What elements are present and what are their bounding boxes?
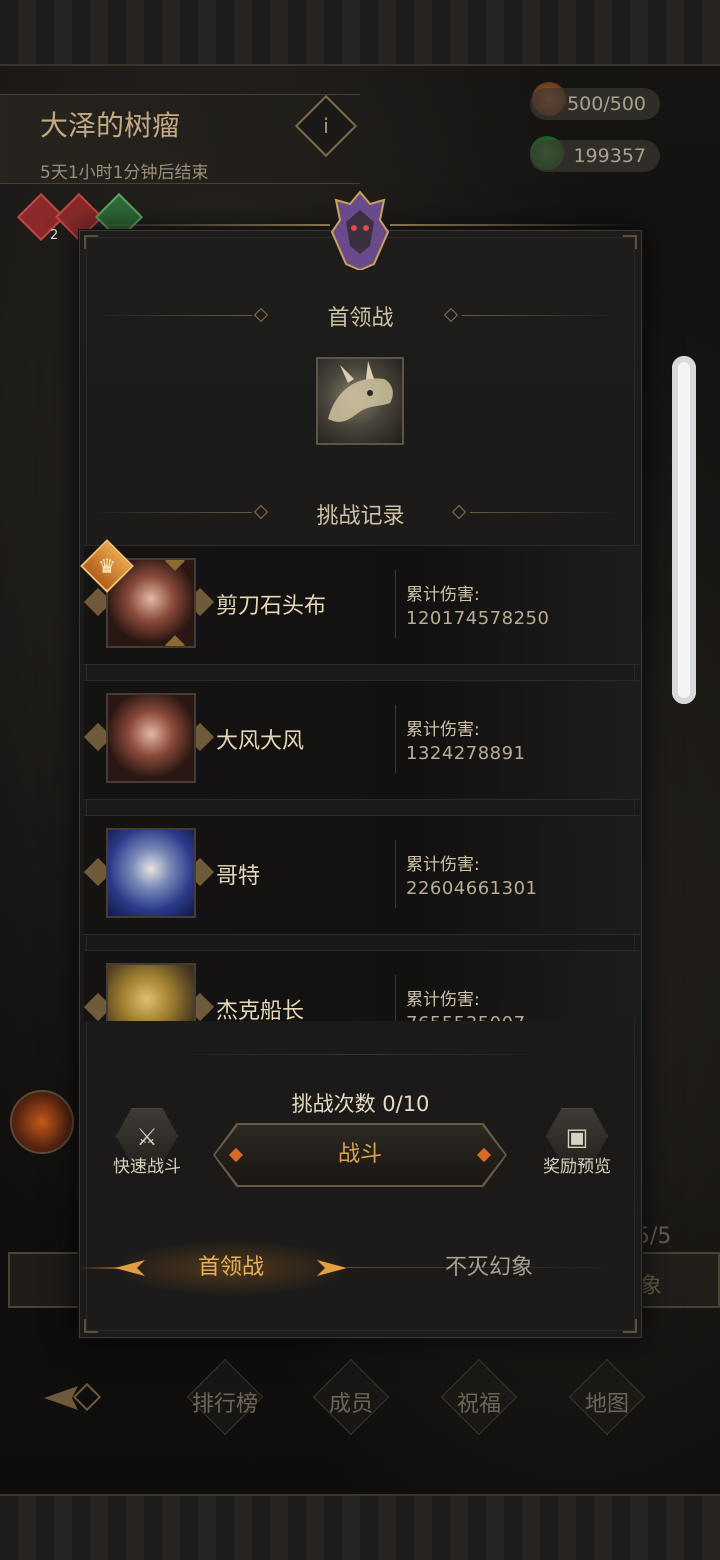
row-separator: [395, 975, 396, 1021]
record-row[interactable]: 哥特 累计伤害: 22604661301: [84, 815, 640, 935]
nav-blessing[interactable]: 祝福: [424, 1358, 534, 1444]
player-name: 哥特: [216, 864, 261, 889]
fight-label: 战斗: [337, 1142, 382, 1167]
panel-tabs: 首领战 不灭幻象: [79, 1240, 642, 1296]
damage-label: 累计伤害:: [406, 855, 480, 875]
tab-arrow-right-icon: [317, 1260, 347, 1276]
reward-preview-label: 奖励预览: [543, 1157, 611, 1177]
damage-value: 22604661301: [406, 878, 538, 899]
reward-preview-button[interactable]: ▣ 奖励预览: [532, 1108, 622, 1177]
record-row[interactable]: 剪刀石头布 累计伤害: 120174578250: [84, 545, 640, 665]
bottom-frame: [0, 1494, 720, 1560]
record-row[interactable]: 杰克船长 累计伤害: 7655535007: [84, 950, 640, 1021]
divider: [470, 512, 620, 513]
challenge-record-list[interactable]: 剪刀石头布 累计伤害: 120174578250 大风大风 累计伤害: 1324…: [84, 545, 640, 1021]
bg-label: 象: [640, 1274, 663, 1299]
frame-tip: [165, 635, 185, 646]
damage-value: 1324278891: [406, 743, 526, 764]
pumpkin-event-icon[interactable]: [10, 1090, 74, 1154]
quick-fight-label: 快速战斗: [113, 1157, 181, 1177]
damage-label: 累计伤害:: [406, 990, 480, 1010]
dragon-skull-icon: [328, 361, 393, 422]
damage-value: 7655535007: [406, 1013, 526, 1021]
player-name: 杰克船长: [216, 999, 305, 1021]
frame-tip: [165, 560, 185, 571]
row-separator: [395, 705, 396, 773]
bottom-nav: 排行榜 成员 祝福 地图: [0, 1358, 720, 1444]
boss-portrait[interactable]: [316, 357, 404, 445]
nav-ranking[interactable]: 排行榜: [170, 1358, 280, 1444]
player-name: 大风大风: [216, 729, 305, 754]
nav-label: 排行榜: [191, 1392, 258, 1417]
event-countdown: 5天1小时1分钟后结束: [40, 163, 209, 183]
player-name: 剪刀石头布: [216, 594, 327, 619]
event-title: 大泽的树瘤: [40, 109, 181, 142]
player-avatar: [106, 963, 196, 1021]
bg-left-button: [8, 1252, 88, 1308]
scrollbar[interactable]: [672, 356, 696, 704]
corner-ornament: [623, 235, 637, 249]
currency-counter: 199357: [530, 140, 660, 172]
nav-members[interactable]: 成员: [296, 1358, 406, 1444]
row-separator: [395, 570, 396, 638]
damage-label: 累计伤害:: [406, 585, 480, 605]
divider: [462, 315, 622, 316]
corner-ornament: [84, 1319, 98, 1333]
divider: [150, 1054, 570, 1055]
damage-value: 120174578250: [406, 608, 550, 629]
demon-crest-icon: [330, 190, 390, 270]
corner-ornament: [84, 235, 98, 249]
row-separator: [395, 840, 396, 908]
nav-label: 地图: [584, 1392, 629, 1417]
nav-map[interactable]: 地图: [552, 1358, 662, 1444]
quick-fight-button[interactable]: ⚔ 快速战斗: [102, 1108, 192, 1177]
damage-label: 累计伤害:: [406, 720, 480, 740]
nav-label: 祝福: [456, 1392, 501, 1417]
player-avatar: [106, 828, 196, 918]
record-row[interactable]: 大风大风 累计伤害: 1324278891: [84, 680, 640, 800]
buff-count: 2: [50, 228, 59, 243]
stamina-counter: 500/500: [530, 88, 660, 120]
section-title-boss: 首领战: [327, 306, 394, 331]
tab-undying-illusion[interactable]: 不灭幻象: [399, 1240, 579, 1296]
corner-ornament: [623, 1319, 637, 1333]
fight-button[interactable]: 战斗: [213, 1123, 507, 1187]
section-title-records: 挑战记录: [316, 504, 405, 529]
top-frame: [0, 0, 720, 66]
back-arrow-icon[interactable]: [44, 1378, 104, 1418]
nav-label: 成员: [328, 1392, 373, 1417]
crest-wing-left: [80, 224, 330, 226]
crest-wing-right: [390, 224, 640, 226]
info-icon: i: [323, 114, 329, 138]
player-avatar: [106, 693, 196, 783]
